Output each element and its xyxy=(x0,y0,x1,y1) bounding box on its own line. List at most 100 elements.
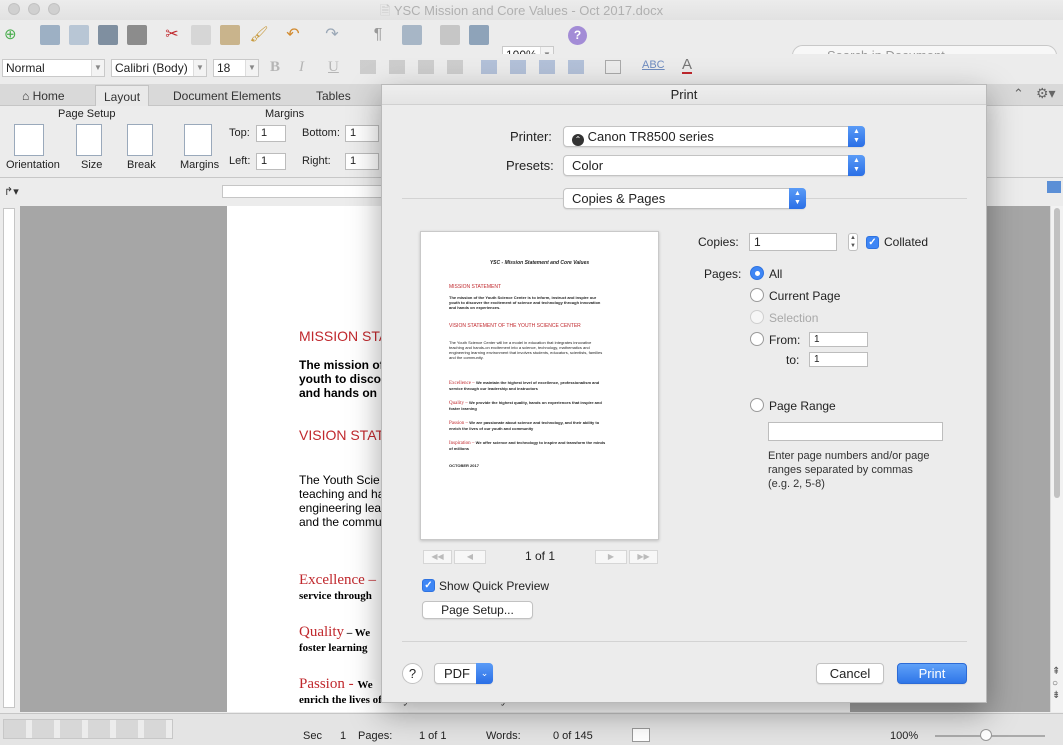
collapse-ribbon-icon[interactable]: ⌃ xyxy=(1013,86,1024,102)
previous-page-button[interactable]: ◀ xyxy=(454,550,486,564)
bottom-margin-field[interactable]: 1 xyxy=(345,125,379,142)
preview-inspiration: Inspiration – We offer science and techn… xyxy=(449,440,606,451)
undo-icon[interactable]: ↶ xyxy=(283,25,303,45)
tab-layout[interactable]: Layout xyxy=(95,85,150,108)
page-range-radio[interactable] xyxy=(750,398,764,412)
horizontal-ruler[interactable] xyxy=(222,185,382,198)
view-icon[interactable] xyxy=(402,25,422,45)
passion-line: Passion - We xyxy=(299,676,373,692)
orientation-icon[interactable] xyxy=(14,124,44,156)
minimize-window-button[interactable] xyxy=(28,3,40,15)
copies-field[interactable]: 1 xyxy=(749,233,837,251)
vision-heading: VISION STAT xyxy=(299,427,385,443)
chevron-down-icon: ▼ xyxy=(193,60,206,76)
status-zoom: 100% xyxy=(890,730,919,742)
size-icon[interactable] xyxy=(76,124,102,156)
to-field[interactable]: 1 xyxy=(809,352,868,367)
font-size-select[interactable]: 18 ▼ xyxy=(213,59,259,77)
sidebar-icon[interactable] xyxy=(440,25,460,45)
tab-tables[interactable]: Tables xyxy=(308,87,359,105)
margins-button[interactable]: Margins xyxy=(180,159,219,171)
underline-icon[interactable]: U xyxy=(328,59,339,76)
italic-icon[interactable]: I xyxy=(299,59,304,76)
new-document-icon[interactable]: ⊕ xyxy=(4,25,24,45)
next-page-button[interactable]: ▶ xyxy=(595,550,627,564)
page-setup-button[interactable]: Page Setup... xyxy=(422,601,533,619)
show-formatting-icon[interactable]: ¶ xyxy=(368,25,388,45)
copies-label: Copies: xyxy=(698,235,739,249)
gallery-icon[interactable] xyxy=(40,25,60,45)
zoom-window-button[interactable] xyxy=(48,3,60,15)
open-icon[interactable] xyxy=(69,25,89,45)
tab-selector-icon[interactable]: ↱▾ xyxy=(4,185,19,198)
presets-select[interactable]: Color ▲ ▼ xyxy=(563,155,865,176)
chevron-updown-icon: ▲ ▼ xyxy=(848,126,865,147)
spelling-check-icon[interactable] xyxy=(632,728,650,742)
tab-document-elements[interactable]: Document Elements xyxy=(165,87,289,105)
left-margin-field[interactable]: 1 xyxy=(256,153,286,170)
view-mode-icons[interactable] xyxy=(3,719,173,739)
tab-home[interactable]: ⌂ Home xyxy=(14,87,73,105)
copy-icon[interactable] xyxy=(191,25,211,45)
toolbox-icon[interactable] xyxy=(469,25,489,45)
orientation-button[interactable]: Orientation xyxy=(6,159,60,171)
gear-icon[interactable]: ⚙▾ xyxy=(1036,85,1056,102)
vertical-ruler[interactable] xyxy=(3,208,15,708)
break-icon[interactable] xyxy=(127,124,153,156)
pages-from-radio[interactable] xyxy=(750,332,764,346)
scrollbar-thumb[interactable] xyxy=(1054,208,1060,498)
pdf-menu-button[interactable]: PDF ⌄ xyxy=(434,663,493,684)
print-preview-page: YSC - Mission Statement and Core Values … xyxy=(420,231,659,540)
first-page-button[interactable]: ◀◀ xyxy=(423,550,452,564)
top-margin-field[interactable]: 1 xyxy=(256,125,286,142)
bold-icon[interactable]: B xyxy=(270,59,280,76)
close-window-button[interactable] xyxy=(8,3,20,15)
break-button[interactable]: Break xyxy=(127,159,156,171)
text-highlight-icon[interactable]: ABC xyxy=(642,59,665,71)
style-select[interactable]: Normal ▼ xyxy=(2,59,105,77)
borders-icon[interactable] xyxy=(605,60,621,74)
size-button[interactable]: Size xyxy=(81,159,102,171)
vertical-scrollbar[interactable]: ⇞ ○ ⇟ xyxy=(1050,206,1063,712)
save-icon[interactable] xyxy=(98,25,118,45)
page-nav-icons[interactable]: ⇞ ○ ⇟ xyxy=(1052,666,1060,702)
divider xyxy=(402,641,967,642)
zoom-slider-handle[interactable] xyxy=(980,729,992,741)
ruler-toggle-icon[interactable] xyxy=(1047,181,1061,193)
pages-current-radio[interactable] xyxy=(750,288,764,302)
alignment-icons[interactable] xyxy=(360,60,470,74)
pages-all-radio[interactable] xyxy=(750,266,764,280)
cut-icon[interactable]: ✂ xyxy=(162,25,182,45)
words-label: Words: xyxy=(486,730,521,742)
pages-selection-radio[interactable] xyxy=(750,310,764,324)
show-quick-preview-checkbox[interactable]: ✓ xyxy=(422,579,435,592)
chevron-updown-icon: ▲ ▼ xyxy=(848,155,865,176)
font-color-icon[interactable]: A xyxy=(682,57,693,74)
section-select[interactable]: Copies & Pages ▲ ▼ xyxy=(563,188,806,209)
print-icon[interactable] xyxy=(127,25,147,45)
home-icon: ⌂ xyxy=(22,89,33,103)
page-setup-group-label: Page Setup xyxy=(58,108,116,120)
list-indent-icons[interactable] xyxy=(481,60,591,74)
redo-icon[interactable]: ↷ xyxy=(322,25,342,45)
collated-checkbox[interactable]: ✓ xyxy=(866,236,879,249)
from-label: From: xyxy=(769,333,801,347)
excellence-heading: Excellence – xyxy=(299,572,377,588)
last-page-button[interactable]: ▶▶ xyxy=(629,550,658,564)
standard-toolbar: ⊕ ✂ 🖌 ↶ ↷ ¶ 100%▼ ? ⌕▾ Search in Documen… xyxy=(0,20,1063,66)
printer-select[interactable]: ⌃ Canon TR8500 series ▲ ▼ xyxy=(563,126,865,147)
right-margin-field[interactable]: 1 xyxy=(345,153,379,170)
show-quick-preview-label: Show Quick Preview xyxy=(439,579,550,593)
copies-stepper[interactable]: ▲ ▼ xyxy=(848,233,858,251)
print-button[interactable]: Print xyxy=(897,663,967,684)
help-button[interactable]: ? xyxy=(402,663,423,684)
margins-icon[interactable] xyxy=(184,124,212,156)
cancel-button[interactable]: Cancel xyxy=(816,663,884,684)
format-painter-icon[interactable]: 🖌 xyxy=(249,25,269,45)
font-select[interactable]: Calibri (Body) ▼ xyxy=(111,59,207,77)
help-icon[interactable]: ? xyxy=(568,26,587,45)
paste-icon[interactable] xyxy=(220,25,240,45)
from-field[interactable]: 1 xyxy=(809,332,868,347)
chevron-down-icon: ▼ xyxy=(91,60,104,76)
page-range-field[interactable] xyxy=(768,422,943,441)
